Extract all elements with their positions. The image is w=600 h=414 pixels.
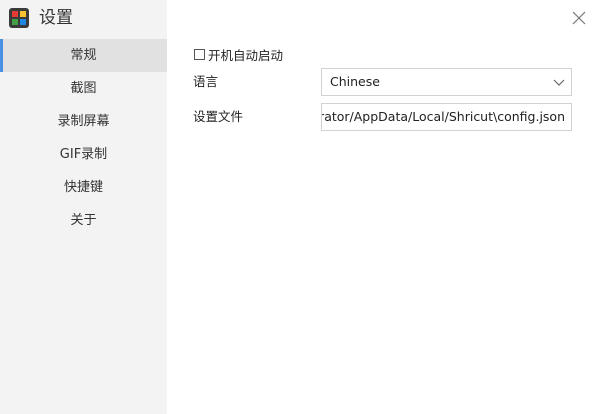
autostart-checkbox[interactable] [194, 48, 205, 60]
sidebar-item-label: 常规 [70, 48, 97, 63]
sidebar-item-screenshot[interactable]: 截图 [0, 72, 167, 105]
sidebar-nav: 常规 截图 录制屏幕 GIF录制 快捷键 关于 [0, 39, 167, 237]
language-label: 语言 [193, 74, 219, 89]
sidebar-item-label: 录制屏幕 [57, 114, 110, 129]
settings-file-label: 设置文件 [193, 109, 244, 124]
sidebar-item-shortcuts[interactable]: 快捷键 [0, 171, 167, 204]
sidebar-item-label: 截图 [70, 81, 97, 96]
language-select[interactable]: Chinese [321, 68, 572, 96]
settings-file-field[interactable]: C:/Users/Administrator/AppData/Local/Shr… [321, 103, 572, 131]
language-select-value: Chinese [330, 74, 380, 89]
app-title: 设置 [39, 8, 73, 28]
settings-file-value: C:/Users/Administrator/AppData/Local/Shr… [321, 109, 565, 124]
sidebar-item-gif-recording[interactable]: GIF录制 [0, 138, 167, 171]
autostart-row: 开机自动启动 [194, 45, 283, 63]
sidebar-item-general[interactable]: 常规 [0, 39, 167, 72]
sidebar-item-label: GIF录制 [59, 147, 108, 162]
sidebar-item-label: 快捷键 [63, 180, 103, 195]
general-settings-panel: 开机自动启动 语言 Chinese 设置文件 C:/Users/Administ… [167, 0, 600, 414]
autostart-label: 开机自动启动 [208, 47, 284, 63]
app-logo-icon [9, 8, 29, 28]
chevron-down-icon [553, 79, 565, 86]
sidebar-item-label: 关于 [70, 213, 97, 228]
sidebar-item-about[interactable]: 关于 [0, 204, 167, 237]
sidebar: 设置 常规 截图 录制屏幕 GIF录制 快捷键 关于 [0, 0, 167, 414]
sidebar-item-screen-recording[interactable]: 录制屏幕 [0, 105, 167, 138]
app-header: 设置 [0, 0, 167, 36]
settings-window: 设置 常规 截图 录制屏幕 GIF录制 快捷键 关于 开机自动启动 语言 Chi… [0, 0, 600, 414]
